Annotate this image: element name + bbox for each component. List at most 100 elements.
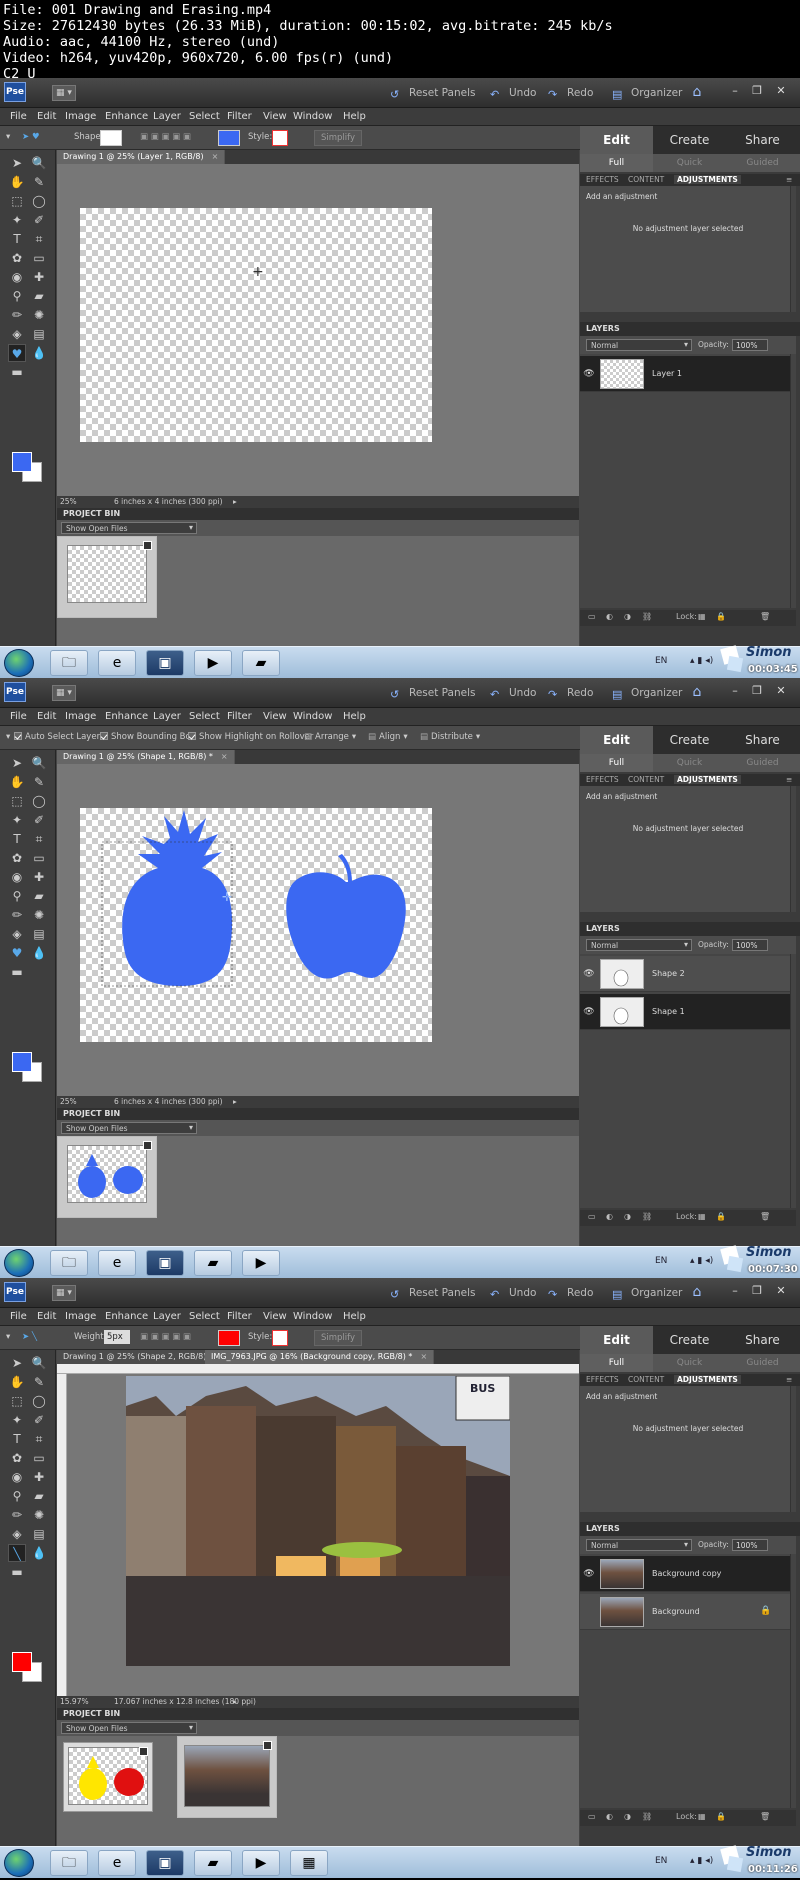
menu-item-filter[interactable]: Filter — [227, 711, 252, 722]
link-icon[interactable]: ⛓ — [642, 1812, 652, 1821]
move-tool-icon[interactable]: ➤ — [8, 154, 26, 172]
zoom-level[interactable]: 15.97% — [60, 1697, 89, 1706]
menu-item-filter[interactable]: Filter — [227, 111, 252, 122]
smart-brush-icon[interactable]: ✺ — [30, 906, 48, 924]
smart-brush-icon[interactable]: ✺ — [30, 306, 48, 324]
adjustments-scrollbar[interactable] — [790, 186, 796, 312]
zoom-tool-icon[interactable]: 🔍 — [30, 1354, 48, 1372]
magic-wand-icon[interactable]: ✦ — [8, 811, 26, 829]
tab-guided[interactable]: Guided — [726, 154, 799, 172]
eyedropper-tool-icon[interactable]: ✎ — [30, 1373, 48, 1391]
trash-icon[interactable]: 🗑 — [760, 1212, 770, 1221]
redo-button[interactable]: ↷ Redo — [548, 1286, 593, 1301]
menu-item-enhance[interactable]: Enhance — [105, 111, 148, 122]
menu-item-layer[interactable]: Layer — [153, 1311, 181, 1322]
menu-item-help[interactable]: Help — [343, 111, 366, 122]
simplify-button[interactable]: Simplify — [314, 1330, 363, 1346]
hand-tool-icon[interactable]: ✋ — [8, 773, 26, 791]
clone-stamp-icon[interactable]: ⚲ — [8, 1487, 26, 1505]
blend-mode-select[interactable]: Normal — [586, 939, 692, 951]
panel-menu-icon[interactable]: ≡ — [786, 1375, 792, 1384]
layers-scrollbar[interactable] — [790, 354, 796, 608]
align-menu[interactable]: ▤ Align ▾ — [368, 732, 408, 742]
tab-adjustments[interactable]: ADJUSTMENTS — [674, 175, 741, 184]
tab-adjustments[interactable]: ADJUSTMENTS — [674, 1375, 741, 1384]
document-tab[interactable]: Drawing 1 @ 25% (Layer 1, RGB/8) × — [57, 150, 226, 164]
trash-icon[interactable]: 🗑 — [760, 612, 770, 621]
layers-scrollbar[interactable] — [790, 954, 796, 1208]
home-icon[interactable]: ⌂ — [688, 684, 706, 700]
status-arrow-icon[interactable]: ▸ — [233, 1097, 237, 1106]
lock-transparent-icon[interactable]: ▦ — [698, 1212, 706, 1221]
healing-brush-icon[interactable]: ✚ — [30, 868, 48, 886]
lasso-tool-icon[interactable]: ◯ — [30, 1392, 48, 1410]
slides-icon[interactable]: ▰ — [194, 1250, 232, 1276]
magic-wand-icon[interactable]: ✦ — [8, 211, 26, 229]
transparent-canvas[interactable] — [80, 808, 432, 1042]
language-indicator[interactable]: EN — [655, 1856, 667, 1866]
show-highlight-checkbox[interactable]: Show Highlight on Rollover — [188, 732, 313, 742]
ie-icon[interactable]: e — [98, 1850, 136, 1876]
tab-content[interactable]: CONTENT — [628, 1375, 664, 1384]
home-icon[interactable]: ⌂ — [688, 84, 706, 100]
camera-icon[interactable]: ▶ — [242, 1250, 280, 1276]
transparent-canvas[interactable] — [80, 208, 432, 442]
smart-brush-icon[interactable]: ✺ — [30, 1506, 48, 1524]
menu-item-window[interactable]: Window — [293, 711, 332, 722]
lasso-tool-icon[interactable]: ◯ — [30, 192, 48, 210]
organizer-button[interactable]: ▤ Organizer — [612, 1286, 682, 1301]
tab-create[interactable]: Create — [653, 726, 726, 754]
new-layer-icon[interactable]: ▭ — [588, 612, 596, 621]
blur-tool-icon[interactable]: 💧 — [30, 344, 48, 362]
menu-item-image[interactable]: Image — [65, 111, 96, 122]
tab-create[interactable]: Create — [653, 126, 726, 154]
crop-tool-icon[interactable]: ⌗ — [30, 1430, 48, 1448]
layer-row[interactable]: 👁 Shape 2 — [580, 956, 790, 992]
gradient-tool-icon[interactable]: ▤ — [30, 325, 48, 343]
reset-panels-button[interactable]: ↺ Reset Panels — [390, 1286, 475, 1301]
menu-item-view[interactable]: View — [263, 711, 287, 722]
menu-item-file[interactable]: File — [10, 1311, 27, 1322]
undo-button[interactable]: ↶ Undo — [490, 1286, 536, 1301]
adjustment-layer-icon[interactable]: ◐ — [606, 1812, 613, 1821]
panel-menu-icon[interactable]: ≡ — [786, 775, 792, 784]
camera-icon[interactable]: ▶ — [194, 650, 232, 676]
tab-share[interactable]: Share — [726, 126, 799, 154]
organizer-button[interactable]: ▤ Organizer — [612, 86, 682, 101]
folder-icon[interactable]: 🗀 — [50, 1850, 88, 1876]
tool-preset-icon[interactable]: ▾ — [6, 132, 10, 142]
redo-button[interactable]: ↷ Redo — [548, 86, 593, 101]
red-eye-icon[interactable]: ◉ — [8, 1468, 26, 1486]
lock-all-icon[interactable]: 🔒 — [716, 1212, 726, 1221]
tray-icons[interactable]: ▴ ▮ ◂) — [690, 656, 713, 666]
sponge-tool-icon[interactable]: ▬ — [8, 963, 26, 981]
paint-bucket-icon[interactable]: ◈ — [8, 1525, 26, 1543]
tab-create[interactable]: Create — [653, 1326, 726, 1354]
quick-select-icon[interactable]: ✐ — [30, 811, 48, 829]
menu-item-enhance[interactable]: Enhance — [105, 711, 148, 722]
eraser-tool-icon[interactable]: ▰ — [30, 887, 48, 905]
custom-shape-icon[interactable]: ♥ — [8, 344, 26, 362]
mask-icon[interactable]: ◑ — [624, 612, 631, 621]
show-bounding-box-checkbox[interactable]: Show Bounding Box — [100, 732, 196, 742]
slides-icon[interactable]: ▰ — [242, 650, 280, 676]
shape-picker[interactable] — [100, 130, 122, 146]
blend-mode-select[interactable]: Normal — [586, 339, 692, 351]
undo-button[interactable]: ↶ Undo — [490, 86, 536, 101]
lock-transparent-icon[interactable]: ▦ — [698, 612, 706, 621]
start-button[interactable] — [4, 1249, 34, 1277]
zoom-level[interactable]: 25% — [60, 1097, 77, 1106]
tab-effects[interactable]: EFFECTS — [586, 1375, 619, 1384]
menu-item-edit[interactable]: Edit — [37, 711, 56, 722]
hand-tool-icon[interactable]: ✋ — [8, 173, 26, 191]
status-arrow-icon[interactable]: ▸ — [233, 1697, 237, 1706]
auto-select-layer-checkbox[interactable]: Auto Select Layer — [14, 732, 100, 742]
start-button[interactable] — [4, 649, 34, 677]
show-files-select[interactable]: Show Open Files — [61, 522, 197, 534]
brush-tool-icon[interactable]: ✏ — [8, 306, 26, 324]
tab-quick[interactable]: Quick — [653, 154, 726, 172]
redo-button[interactable]: ↷ Redo — [548, 686, 593, 701]
layer-row[interactable]: 👁 Background copy — [580, 1556, 790, 1592]
bin-thumbnail[interactable] — [57, 536, 157, 618]
camera-icon[interactable]: ▶ — [242, 1850, 280, 1876]
